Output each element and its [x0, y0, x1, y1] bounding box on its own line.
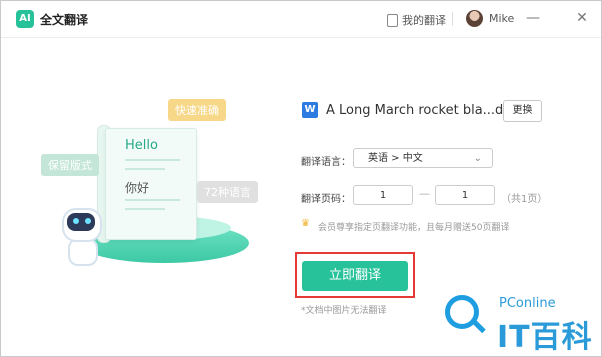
illustration-hello: Hello: [125, 138, 158, 153]
illustration-line: [125, 168, 165, 170]
avatar[interactable]: [466, 10, 483, 27]
chevron-down-icon: ⌄: [473, 153, 482, 164]
title-bar: AI 全文翻译 我的翻译 Mike — ✕: [1, 1, 601, 38]
illustration-line: [125, 208, 165, 210]
robot-eye: [73, 218, 79, 224]
total-pages: （共1页）: [501, 194, 548, 205]
language-label: 翻译语言：: [301, 157, 351, 168]
close-button[interactable]: ✕: [572, 8, 592, 28]
bubble-72-languages: 72种语言: [197, 181, 258, 203]
watermark-big-text: IT百科: [497, 320, 593, 355]
my-translations-link[interactable]: 我的翻译: [387, 12, 446, 28]
document-icon: [387, 13, 398, 27]
app-title: 全文翻译: [40, 13, 89, 27]
app-logo: AI: [16, 10, 34, 28]
illustration-line: [125, 159, 180, 161]
watermark-small-text: PConline: [499, 296, 556, 311]
word-file-icon: W: [302, 102, 318, 118]
minimize-button[interactable]: —: [523, 8, 543, 28]
page-to-input[interactable]: 1: [435, 185, 495, 205]
robot-eye: [85, 218, 91, 224]
page-range-dash: —: [419, 187, 430, 200]
user-name[interactable]: Mike: [489, 12, 514, 25]
bubble-quick-accurate: 快速准确: [168, 99, 226, 121]
illustration-line: [125, 199, 180, 201]
vip-crown-icon: ♛: [301, 218, 310, 229]
divider: [452, 12, 453, 26]
translate-now-button[interactable]: 立即翻译: [302, 261, 408, 291]
page-from-input[interactable]: 1: [353, 185, 413, 205]
bubble-keep-layout: 保留版式: [41, 154, 99, 176]
app-window: AI 全文翻译 我的翻译 Mike — ✕ Hello 你好 快速准确 保留版式…: [0, 0, 602, 357]
vip-notice: 会员尊享指定页翻译功能，且每月赠送50页翻译: [318, 223, 510, 233]
pages-label: 翻译页码：: [301, 194, 351, 205]
file-name: A Long March rocket bla...docx: [326, 103, 527, 118]
language-value: 英语 > 中文: [368, 153, 423, 164]
my-translations-label: 我的翻译: [402, 14, 446, 27]
language-select[interactable]: 英语 > 中文 ⌄: [353, 148, 493, 168]
image-note: *文档中图片无法翻译: [301, 306, 387, 316]
change-file-button[interactable]: 更换: [503, 100, 542, 122]
robot-body: [68, 238, 98, 266]
illustration-nihao: 你好: [125, 181, 150, 195]
